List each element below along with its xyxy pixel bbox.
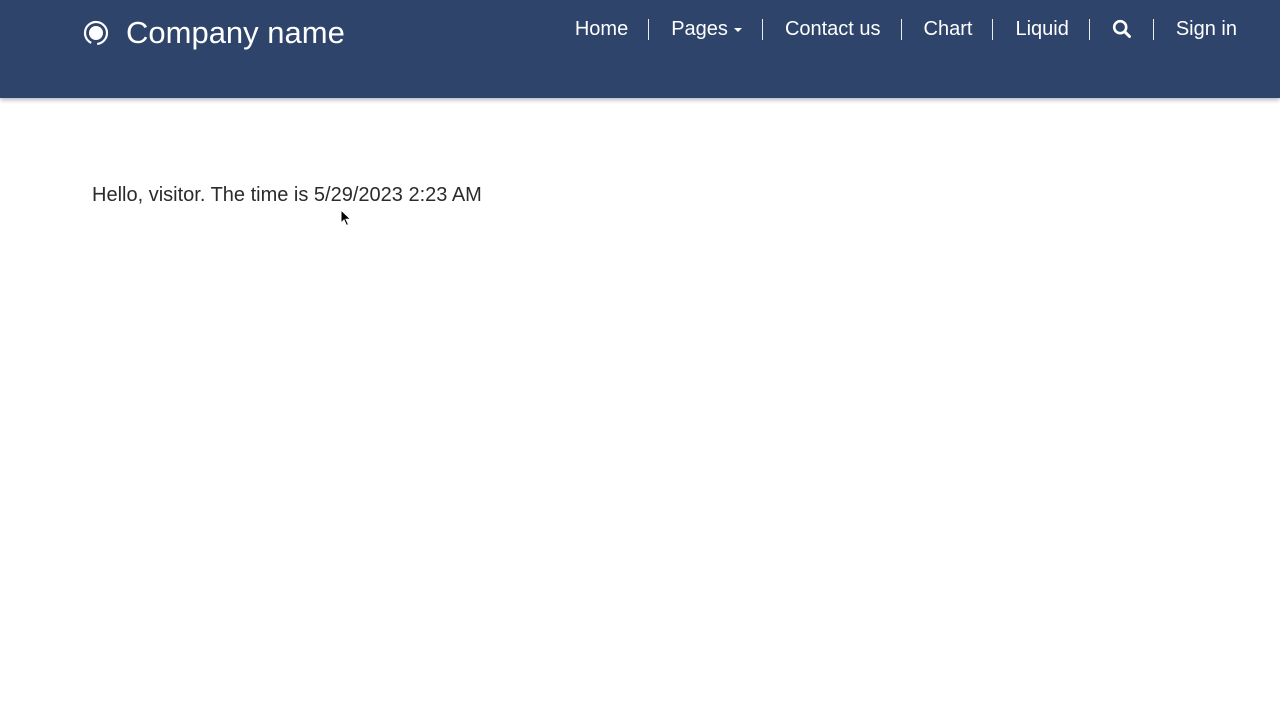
nav-divider	[761, 18, 763, 40]
mouse-cursor-icon	[340, 209, 352, 227]
nav-liquid[interactable]: Liquid	[993, 16, 1088, 42]
nav-contact-us[interactable]: Contact us	[763, 16, 901, 42]
radio-circle-logo-icon	[82, 19, 110, 47]
greeting-text: Hello, visitor. The time is 5/29/2023 2:…	[92, 184, 482, 206]
brand-name: Company name	[126, 15, 345, 50]
nav-home[interactable]: Home	[575, 16, 648, 42]
top-navbar: Company name Home Pages Contact us Chart…	[0, 0, 1280, 98]
nav-divider	[648, 18, 650, 40]
nav-pages-dropdown[interactable]: Pages	[649, 16, 762, 42]
nav-chart[interactable]: Chart	[902, 16, 993, 42]
main-nav: Home Pages Contact us Chart Liquid Sign …	[575, 16, 1237, 42]
nav-divider	[1152, 18, 1154, 40]
nav-pages-label: Pages	[671, 17, 728, 40]
nav-sign-in[interactable]: Sign in	[1154, 16, 1237, 42]
caret-down-icon	[733, 28, 742, 32]
brand-link[interactable]: Company name	[82, 14, 345, 52]
search-icon[interactable]	[1090, 16, 1153, 42]
nav-divider	[900, 18, 902, 40]
nav-divider	[1088, 18, 1090, 40]
nav-divider	[992, 18, 994, 40]
